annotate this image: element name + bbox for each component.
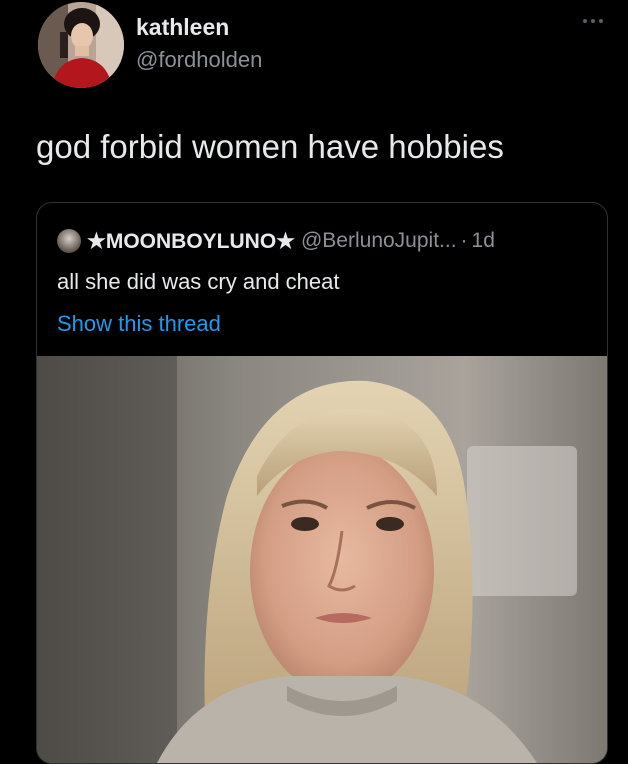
quoted-author-avatar[interactable] [57,229,81,253]
tweet-text: god forbid women have hobbies [36,128,504,165]
author-avatar[interactable] [38,2,124,88]
tweet: kathleen @fordholden god forbid women ha… [0,0,628,764]
author-handle[interactable]: @fordholden [136,47,262,73]
quoted-tweet-media[interactable] [37,356,607,763]
quoted-author-name[interactable]: ★MOONBOYLUNO★ [87,229,295,254]
photo-icon [37,356,607,763]
show-thread-link[interactable]: Show this thread [57,311,221,337]
author-name[interactable]: kathleen [136,14,229,41]
header-separator: · [460,229,468,252]
profile-photo-icon [38,2,124,88]
quoted-tweet[interactable]: ★MOONBOYLUNO★ @BerlunoJupit... · 1d all … [36,202,608,764]
ellipsis-icon[interactable] [583,16,609,26]
quoted-tweet-text: all she did was cry and cheat [57,269,340,294]
quoted-author-handle[interactable]: @BerlunoJupit... [301,229,457,253]
quoted-tweet-header: ★MOONBOYLUNO★ @BerlunoJupit... · 1d [57,227,495,255]
quoted-timestamp[interactable]: 1d [472,229,495,253]
